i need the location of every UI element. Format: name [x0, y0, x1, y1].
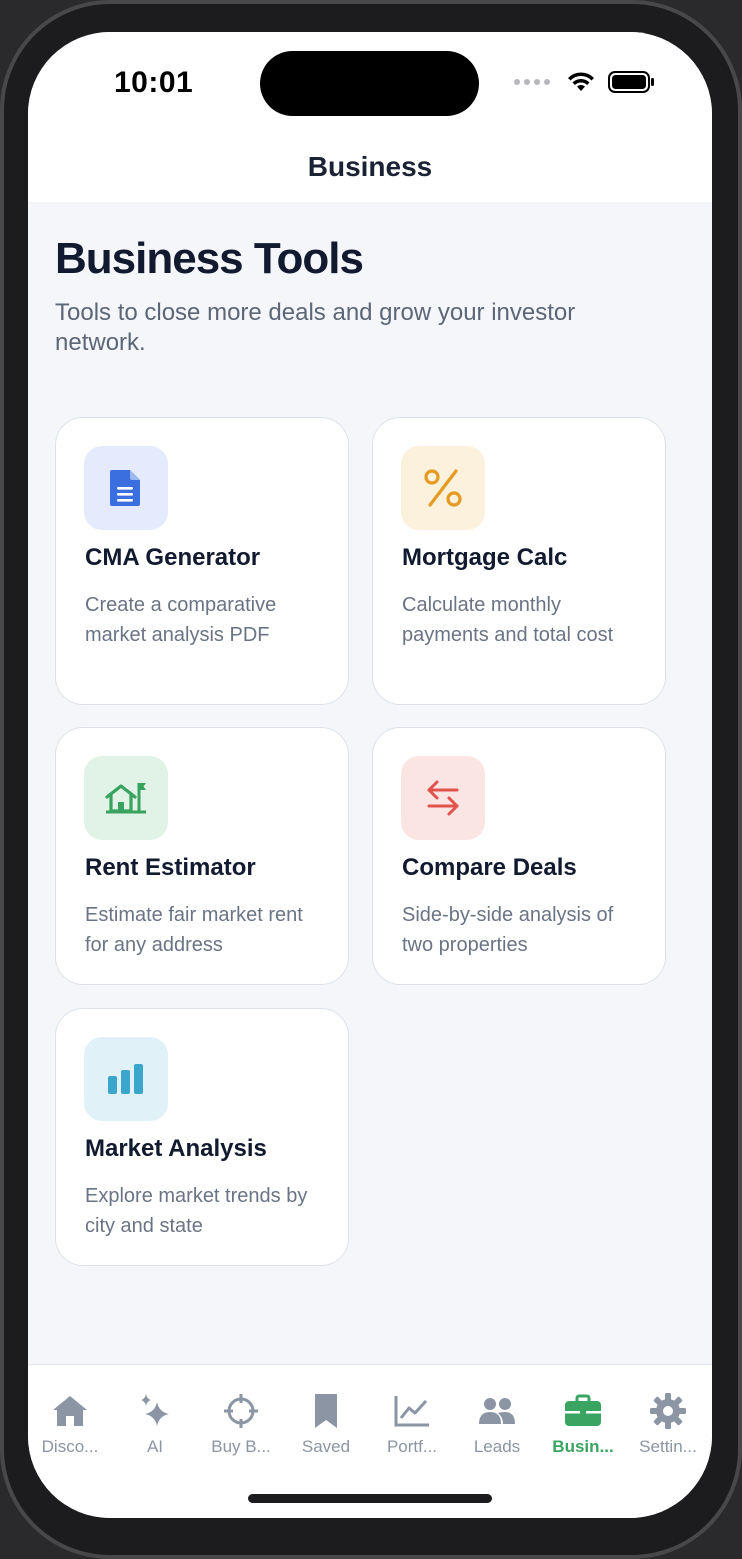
briefcase-icon [563, 1391, 603, 1431]
nav-title: Business [307, 151, 433, 182]
crosshair-icon [221, 1391, 261, 1431]
tool-card-market-analysis[interactable]: Market Analysis Explore market trends by… [55, 1008, 349, 1266]
tool-card-title: Mortgage Calc [402, 544, 568, 571]
tool-card-description: Explore market trends by city and state [85, 1185, 308, 1237]
tab-label: AI [146, 1437, 164, 1456]
tool-card-title: CMA Generator [85, 544, 261, 571]
status-icons [514, 70, 656, 94]
tool-card-title: Compare Deals [402, 854, 577, 881]
sparkle-icon [135, 1391, 175, 1431]
page-subtitle: Tools to close more deals and grow your … [55, 299, 576, 356]
percent-icon [401, 446, 485, 530]
chart-line-icon [392, 1391, 432, 1431]
status-bar: 10:01 [28, 32, 712, 132]
people-icon [477, 1391, 517, 1431]
tool-card-mortgage-calc[interactable]: Mortgage Calc Calculate monthly payments… [372, 417, 666, 705]
house-flag-icon [84, 756, 168, 840]
home-indicator[interactable] [248, 1494, 492, 1503]
document-icon [84, 446, 168, 530]
tab-label: Busin... [552, 1437, 614, 1456]
tool-card-description: Calculate monthly payments and total cos… [402, 594, 614, 646]
battery-icon [608, 71, 654, 93]
tab-label: Portf... [386, 1437, 438, 1456]
bookmark-icon [306, 1391, 346, 1431]
tab-label: Settin... [639, 1437, 697, 1456]
tool-card-rent-estimator[interactable]: Rent Estimator Estimate fair market rent… [55, 727, 349, 985]
tab-label: Buy B... [211, 1437, 271, 1456]
screen: 10:01 Business Business Tools Tools to c… [28, 32, 712, 1518]
tab-discover[interactable]: Disco... [28, 1391, 112, 1457]
tab-settings[interactable]: Settin... [626, 1391, 710, 1457]
page-title: Business Tools [55, 234, 364, 283]
cellular-signal-icon [514, 79, 550, 85]
tab-ai[interactable]: AI [113, 1391, 197, 1457]
status-time: 10:01 [114, 66, 194, 99]
main-content: Business Tools Tools to close more deals… [28, 202, 712, 1366]
tool-card-description: Estimate fair market rent for any addres… [85, 904, 303, 956]
tool-card-title: Market Analysis [85, 1135, 267, 1162]
home-icon [50, 1391, 90, 1431]
tool-card-description: Side-by-side analysis of two properties [402, 904, 614, 956]
tab-saved[interactable]: Saved [284, 1391, 368, 1457]
swap-arrows-icon [401, 756, 485, 840]
tab-portfolio[interactable]: Portf... [370, 1391, 454, 1457]
dynamic-island [260, 51, 479, 116]
tool-card-title: Rent Estimator [85, 854, 256, 881]
gear-icon [648, 1391, 688, 1431]
tab-business[interactable]: Busin... [541, 1391, 625, 1457]
tab-leads[interactable]: Leads [455, 1391, 539, 1457]
tab-label: Disco... [41, 1437, 99, 1456]
navigation-bar: Business [28, 132, 712, 202]
tab-label: Saved [301, 1437, 351, 1456]
tool-card-description: Create a comparative market analysis PDF [85, 594, 277, 646]
tool-card-cma-generator[interactable]: CMA Generator Create a comparative marke… [55, 417, 349, 705]
tab-buy-box[interactable]: Buy B... [199, 1391, 283, 1457]
tool-card-compare-deals[interactable]: Compare Deals Side-by-side analysis of t… [372, 727, 666, 985]
bar-chart-icon [84, 1037, 168, 1121]
tab-label: Leads [473, 1437, 521, 1456]
wifi-icon [568, 72, 594, 91]
